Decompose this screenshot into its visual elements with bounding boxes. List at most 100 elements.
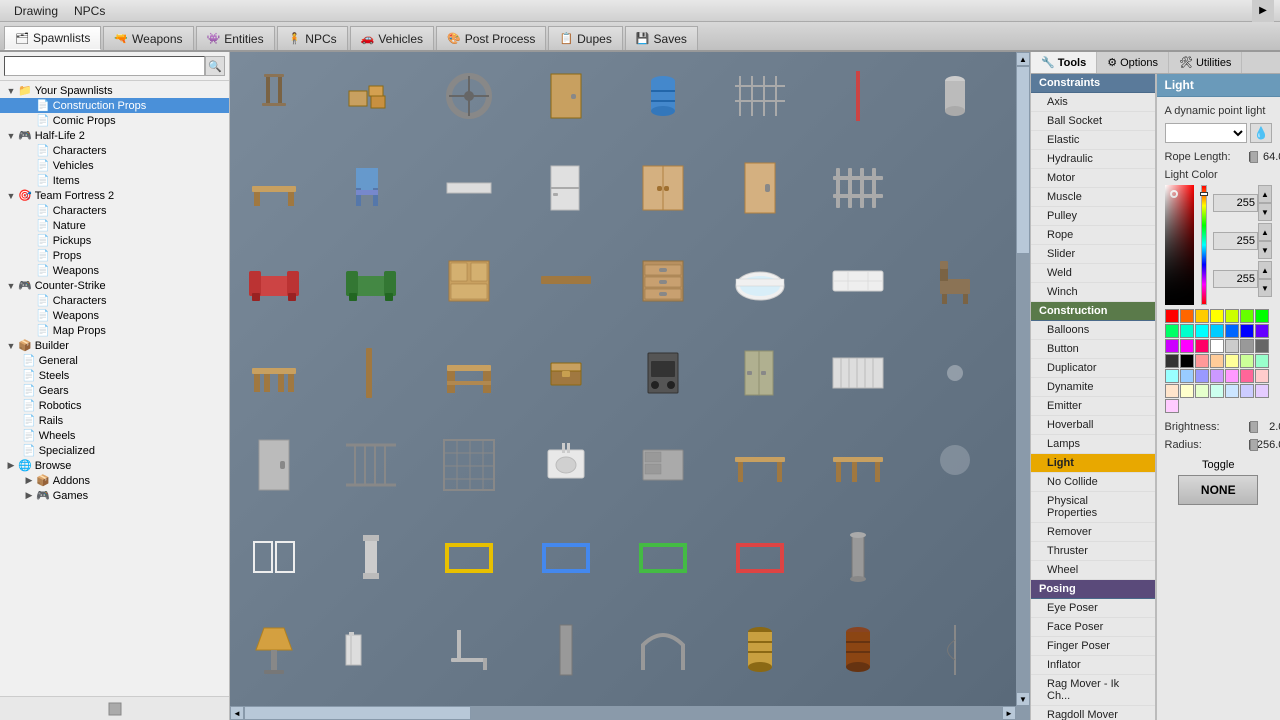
tree-node-builder-robotics[interactable]: 📄 Robotics (0, 398, 229, 413)
grid-item-frame-green[interactable] (623, 517, 703, 597)
tab-entities[interactable]: 👾 Entities (196, 26, 275, 50)
brightness-slider[interactable] (1249, 422, 1251, 432)
r-decrement-button[interactable]: ▼ (1258, 203, 1272, 221)
tree-node-builder[interactable]: ▼ 📦 Builder (0, 338, 229, 353)
tab-spawnlists[interactable]: 🗂 Spawnlists (4, 26, 101, 50)
color-swatch[interactable] (1195, 339, 1209, 353)
toggle-tf2[interactable]: ▼ (4, 191, 18, 201)
tree-node-builder-steels[interactable]: 📄 Steels (0, 368, 229, 383)
scroll-track-vertical[interactable] (1016, 66, 1030, 692)
construction-balloons[interactable]: Balloons (1031, 321, 1155, 340)
tree-node-tf2-props[interactable]: 📄 Props (0, 248, 229, 263)
constraint-hydraulic[interactable]: Hydraulic (1031, 150, 1155, 169)
color-swatch[interactable] (1180, 309, 1194, 323)
tree-node-cs[interactable]: ▼ 🎮 Counter-Strike (0, 278, 229, 293)
grid-item-pillar[interactable] (818, 517, 898, 597)
tab-vehicles[interactable]: 🚗 Vehicles (350, 26, 434, 50)
brightness-thumb[interactable] (1250, 421, 1258, 433)
construction-remover[interactable]: Remover (1031, 523, 1155, 542)
tree-node-builder-specialized[interactable]: 📄 Specialized (0, 443, 229, 458)
tab-npcs[interactable]: 🧍 NPCs (277, 26, 348, 50)
scroll-thumb-vertical[interactable] (1016, 66, 1030, 254)
grid-item-empty3[interactable] (915, 517, 995, 597)
color-swatch[interactable] (1225, 369, 1239, 383)
grid-item-arch[interactable] (623, 610, 703, 690)
grid-item-frame-red[interactable] (720, 517, 800, 597)
posing-face-poser[interactable]: Face Poser (1031, 618, 1155, 637)
color-hue-slider[interactable] (1201, 185, 1207, 305)
color-swatch[interactable] (1180, 339, 1194, 353)
color-square[interactable] (1165, 185, 1195, 305)
right-tab-tools[interactable]: 🔧 Tools (1031, 52, 1097, 73)
color-swatch[interactable] (1240, 309, 1254, 323)
tree-node-hl2-vehicles[interactable]: 📄 Vehicles (0, 158, 229, 173)
color-swatch[interactable] (1225, 384, 1239, 398)
grid-item-barrel3[interactable] (818, 610, 898, 690)
constraint-winch[interactable]: Winch (1031, 283, 1155, 302)
color-swatch[interactable] (1255, 354, 1269, 368)
grid-item-flat[interactable] (429, 148, 509, 228)
light-preset-dropdown[interactable] (1165, 123, 1248, 143)
tab-saves[interactable]: 💾 Saves (625, 26, 698, 50)
tree-node-hl2[interactable]: ▼ 🎮 Half-Life 2 (0, 128, 229, 143)
color-swatch[interactable] (1255, 384, 1269, 398)
eyedropper-button[interactable]: 💧 (1250, 123, 1272, 143)
constraint-rope[interactable]: Rope (1031, 226, 1155, 245)
construction-button[interactable]: Button (1031, 340, 1155, 359)
color-swatch[interactable] (1165, 384, 1179, 398)
b-increment-button[interactable]: ▲ (1258, 261, 1272, 279)
tree-node-addons[interactable]: ▶ 📦 Addons (0, 473, 229, 488)
color-swatch[interactable] (1195, 309, 1209, 323)
color-swatch[interactable] (1195, 384, 1209, 398)
color-swatch[interactable] (1210, 354, 1224, 368)
color-swatch[interactable] (1210, 324, 1224, 338)
color-swatch[interactable] (1255, 324, 1269, 338)
construction-emitter[interactable]: Emitter (1031, 397, 1155, 416)
construction-light[interactable]: Light (1031, 454, 1155, 473)
grid-item-lamp[interactable] (234, 610, 314, 690)
construction-wheel[interactable]: Wheel (1031, 561, 1155, 580)
construction-duplicator[interactable]: Duplicator (1031, 359, 1155, 378)
right-tab-utilities[interactable]: 🛠 Utilities (1169, 52, 1242, 73)
right-tab-options[interactable]: ⚙ Options (1097, 52, 1169, 73)
grid-item-column[interactable] (331, 517, 411, 597)
grid-item-sink[interactable] (526, 425, 606, 505)
grid-item-empty[interactable] (915, 148, 995, 228)
tree-node-cs-weapons[interactable]: 📄 Weapons (0, 308, 229, 323)
g-increment-button[interactable]: ▲ (1258, 223, 1272, 241)
color-swatch[interactable] (1255, 339, 1269, 353)
r-value-input[interactable] (1213, 194, 1258, 212)
b-value-input[interactable] (1213, 270, 1258, 288)
color-swatch[interactable] (1195, 324, 1209, 338)
grid-item-bench[interactable] (234, 148, 314, 228)
scroll-up-button[interactable]: ▲ (1016, 52, 1030, 66)
toggle-browse[interactable]: ▶ (4, 460, 18, 471)
grid-item-crates[interactable] (331, 56, 411, 136)
toggle-your-spawnlists[interactable]: ▼ (4, 86, 18, 96)
grid-item-thin-plank[interactable] (331, 333, 411, 413)
tree-node-builder-general[interactable]: 📄 General (0, 353, 229, 368)
color-swatch[interactable] (1225, 324, 1239, 338)
tree-node-tf2-weapons[interactable]: 📄 Weapons (0, 263, 229, 278)
search-button[interactable]: 🔍 (205, 56, 225, 76)
grid-item-radiator2[interactable] (331, 610, 411, 690)
constraint-elastic[interactable]: Elastic (1031, 131, 1155, 150)
color-swatch[interactable] (1180, 324, 1194, 338)
grid-item-wire[interactable] (915, 610, 995, 690)
g-value-input[interactable] (1213, 232, 1258, 250)
grid-item-dresser[interactable] (623, 241, 703, 321)
grid-item-door3[interactable] (234, 425, 314, 505)
grid-item-chest[interactable] (526, 333, 606, 413)
posing-finger-poser[interactable]: Finger Poser (1031, 637, 1155, 656)
tree-node-cs-characters[interactable]: 📄 Characters (0, 293, 229, 308)
color-swatch[interactable] (1210, 384, 1224, 398)
color-swatch[interactable] (1165, 399, 1179, 413)
tree-node-hl2-characters[interactable]: 📄 Characters (0, 143, 229, 158)
construction-no-collide[interactable]: No Collide (1031, 473, 1155, 492)
construction-dynamite[interactable]: Dynamite (1031, 378, 1155, 397)
color-swatch[interactable] (1255, 309, 1269, 323)
color-swatch[interactable] (1165, 354, 1179, 368)
r-increment-button[interactable]: ▲ (1258, 185, 1272, 203)
color-swatch[interactable] (1180, 354, 1194, 368)
grid-item-stove[interactable] (623, 333, 703, 413)
